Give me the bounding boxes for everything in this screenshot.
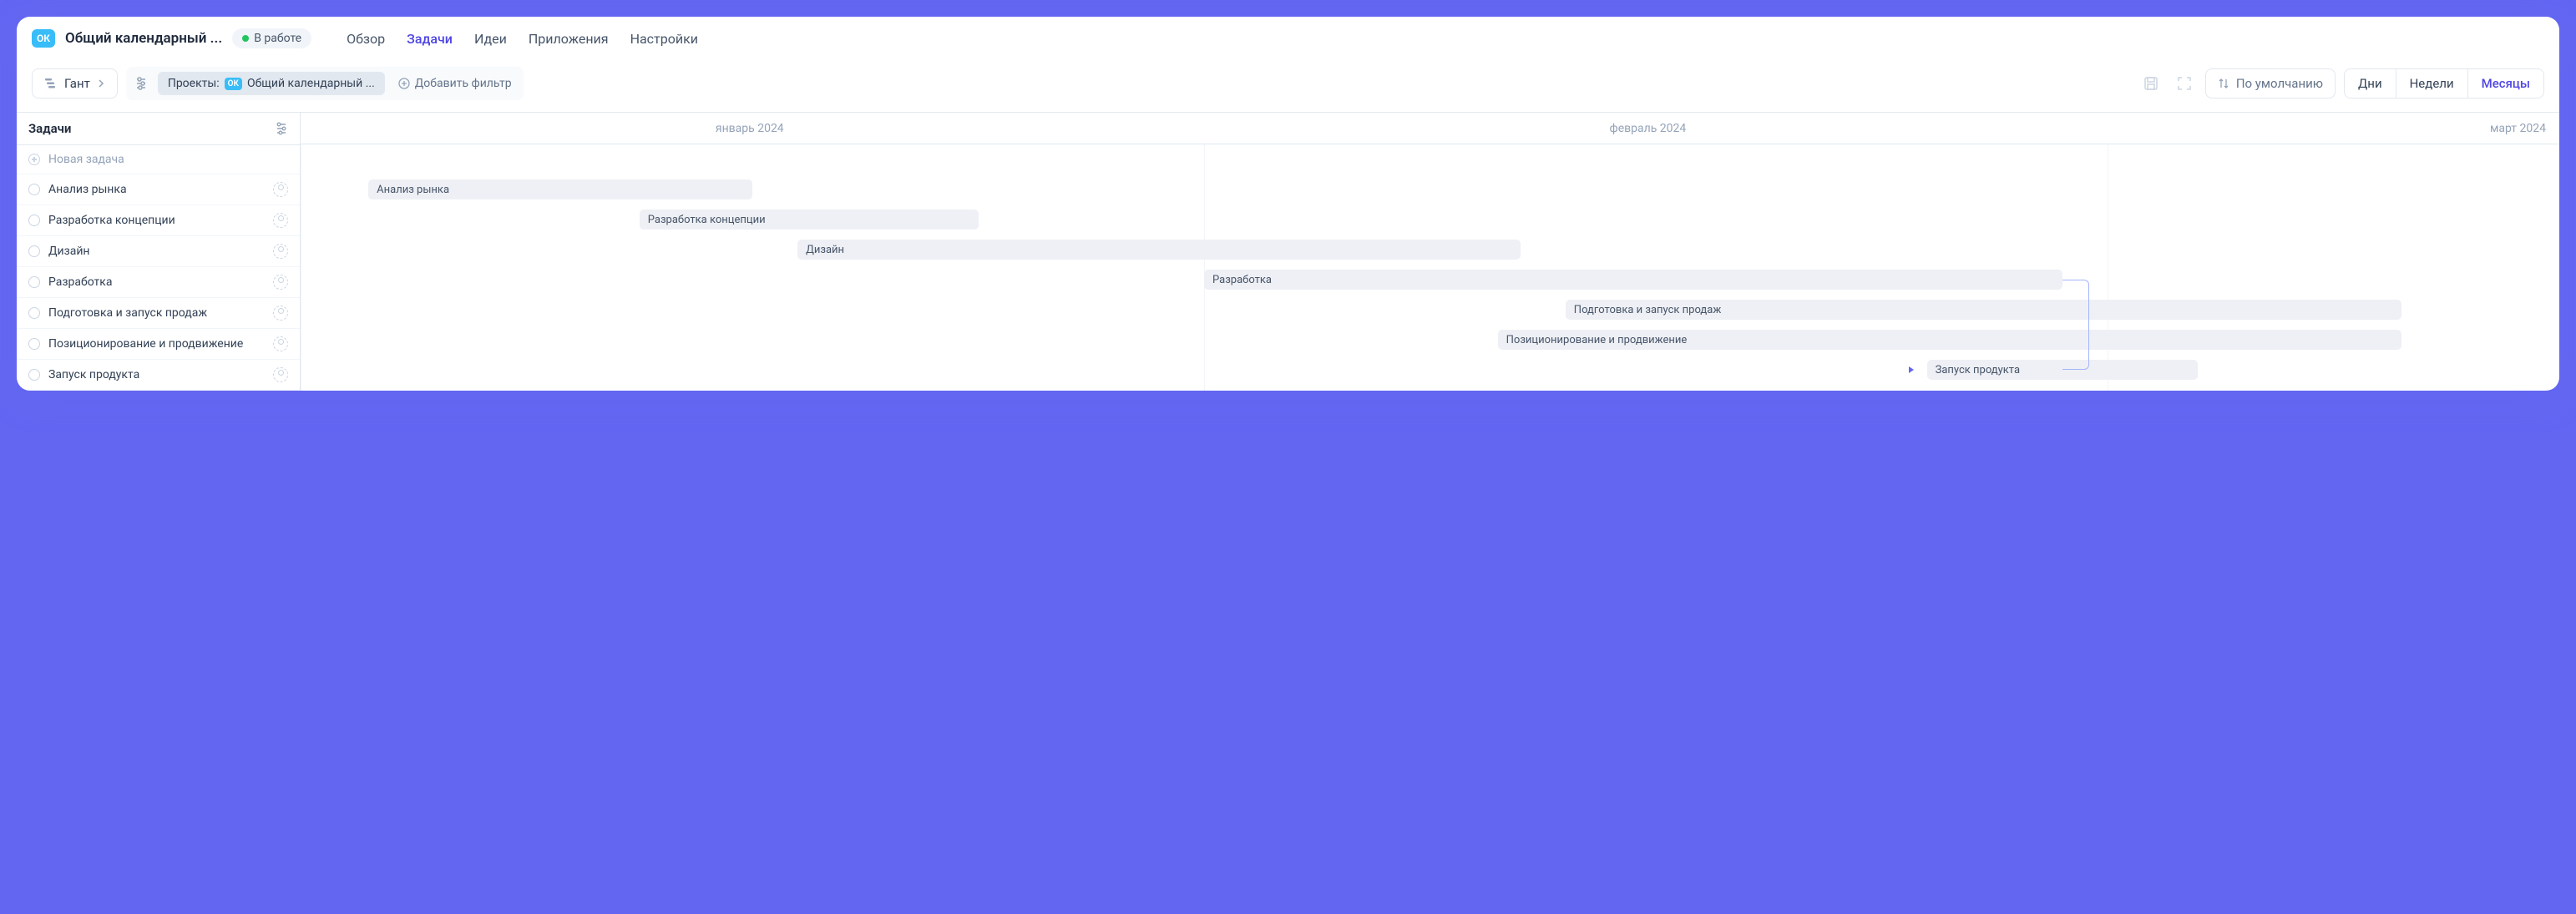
status-circle-icon [28, 307, 40, 319]
task-list: Анализ рынка Разработка концепции Дизайн Ра… [17, 174, 300, 391]
gantt-bar[interactable]: Позиционирование и продвижение [1498, 330, 2401, 350]
chevron-right-icon [97, 79, 105, 88]
new-task-label: Новая задача [48, 153, 288, 166]
status-label: В работе [254, 32, 301, 45]
gantt-row: Подготовка и запуск продаж [301, 295, 2559, 325]
task-row[interactable]: Разработка концепции [17, 205, 300, 236]
view-switcher[interactable]: Гант [32, 68, 118, 98]
assignee-icon[interactable] [273, 336, 288, 351]
nav-tasks[interactable]: Задачи [407, 31, 453, 47]
new-task-row[interactable]: Новая задача [17, 145, 300, 174]
assignee-icon[interactable] [273, 367, 288, 382]
nav-overview[interactable]: Обзор [347, 31, 385, 47]
main: Задачи Новая задача Анализ рынка Разработ… [17, 112, 2559, 391]
gantt-row: Запуск продукта [301, 355, 2559, 385]
project-filter-chip[interactable]: Проекты: ОК Общий календарный ... [158, 72, 385, 95]
gantt-row: Позиционирование и продвижение [301, 325, 2559, 355]
task-sidebar: Задачи Новая задача Анализ рынка Разработ… [17, 113, 301, 391]
status-circle-icon [28, 215, 40, 226]
gantt-header: январь 2024 февраль 2024 март 2024 [301, 113, 2559, 144]
columns-icon[interactable] [275, 122, 288, 135]
nav-settings[interactable]: Настройки [630, 31, 698, 47]
task-label: Подготовка и запуск продаж [48, 306, 265, 320]
task-label: Дизайн [48, 245, 265, 258]
assignee-icon[interactable] [273, 306, 288, 321]
gantt-bar[interactable]: Подготовка и запуск продаж [1566, 300, 2401, 320]
status-circle-icon [28, 184, 40, 195]
gantt-rows: Анализ рынка Разработка концепции Дизайн Ра… [301, 144, 2559, 385]
status-circle-icon [28, 338, 40, 350]
plus-icon [28, 154, 40, 165]
gantt-bar[interactable]: Разработка концепции [640, 210, 979, 230]
month-feb: февраль 2024 [1199, 122, 2098, 135]
project-badge: ОК [32, 29, 55, 48]
gantt-chart: январь 2024 февраль 2024 март 2024 Анали… [301, 113, 2559, 391]
status-circle-icon [28, 276, 40, 288]
save-icon[interactable] [2138, 71, 2164, 96]
gantt-row: Анализ рынка [301, 174, 2559, 205]
task-row[interactable]: Подготовка и запуск продаж [17, 298, 300, 329]
filter-group: Проекты: ОК Общий календарный ... Добави… [126, 67, 524, 100]
assignee-icon[interactable] [273, 244, 288, 259]
gantt-bar[interactable]: Анализ рынка [368, 179, 752, 199]
add-filter-button[interactable]: Добавить фильтр [392, 72, 519, 95]
month-mar: март 2024 [2097, 122, 2559, 135]
project-mini-badge: ОК [225, 78, 242, 90]
task-label: Разработка концепции [48, 214, 265, 227]
app-window: ОК Общий календарный ... В работе Обзор … [17, 17, 2559, 391]
gantt-bar[interactable]: Запуск продукта [1927, 360, 2199, 380]
project-name: Общий календарный ... [247, 77, 375, 90]
page-title: Общий календарный ... [65, 30, 222, 47]
projects-label: Проекты: [168, 77, 220, 90]
gantt-bar[interactable]: Разработка [1204, 270, 2062, 290]
sort-icon [2218, 78, 2229, 89]
assignee-icon[interactable] [273, 182, 288, 197]
gantt-row: Разработка [301, 265, 2559, 295]
dependency-arrow-icon [1909, 366, 1914, 373]
task-row[interactable]: Позиционирование и продвижение [17, 329, 300, 360]
month-jan: январь 2024 [301, 122, 1199, 135]
plus-circle-icon [398, 78, 410, 89]
gantt-row: Разработка концепции [301, 205, 2559, 235]
task-label: Разработка [48, 275, 265, 289]
nav-ideas[interactable]: Идеи [474, 31, 507, 47]
status-circle-icon [28, 245, 40, 257]
status-badge: В работе [232, 28, 311, 48]
sidebar-header: Задачи [17, 113, 300, 145]
seg-days[interactable]: Дни [2345, 69, 2396, 98]
nav-apps[interactable]: Приложения [529, 31, 609, 47]
task-label: Запуск продукта [48, 368, 265, 381]
assignee-icon[interactable] [273, 275, 288, 290]
status-circle-icon [28, 369, 40, 381]
status-dot-icon [242, 35, 249, 42]
task-row[interactable]: Разработка [17, 267, 300, 298]
gantt-row: Дизайн [301, 235, 2559, 265]
expand-icon[interactable] [2172, 71, 2197, 96]
sidebar-title: Задачи [28, 121, 71, 136]
seg-months[interactable]: Месяцы [2468, 69, 2543, 98]
sort-button[interactable]: По умолчанию [2205, 68, 2336, 98]
task-row[interactable]: Дизайн [17, 236, 300, 267]
add-filter-label: Добавить фильтр [415, 77, 512, 90]
sliders-icon[interactable] [131, 77, 151, 90]
time-scale-segment: Дни Недели Месяцы [2344, 68, 2544, 98]
task-label: Позиционирование и продвижение [48, 337, 265, 351]
view-label: Гант [64, 76, 90, 91]
sort-label: По умолчанию [2236, 76, 2323, 91]
task-label: Анализ рынка [48, 183, 265, 196]
nav: Обзор Задачи Идеи Приложения Настройки [347, 31, 698, 47]
assignee-icon[interactable] [273, 213, 288, 228]
task-row[interactable]: Анализ рынка [17, 174, 300, 205]
task-row[interactable]: Запуск продукта [17, 360, 300, 391]
toolbar: Гант Проекты: ОК Общий календарный ... Д… [17, 60, 2559, 112]
gantt-spacer-row [301, 144, 2559, 174]
gantt-bar[interactable]: Дизайн [797, 240, 1521, 260]
seg-weeks[interactable]: Недели [2396, 69, 2468, 98]
gantt-icon [44, 77, 58, 90]
topbar: ОК Общий календарный ... В работе Обзор … [17, 17, 2559, 60]
